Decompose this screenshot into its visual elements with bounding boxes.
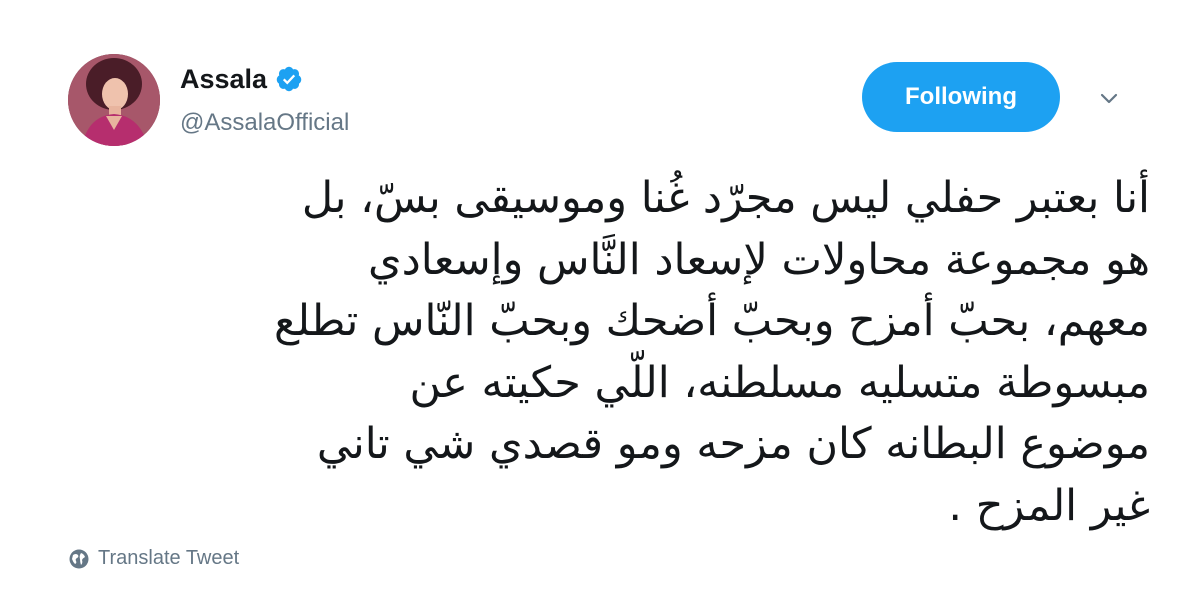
translate-tweet-label: Translate Tweet bbox=[98, 547, 240, 569]
translate-tweet-link[interactable]: Translate Tweet bbox=[68, 547, 239, 570]
tweet-text-line: معهم، بحبّ أمزح وبحبّ أضحك وبحبّ النّاس … bbox=[273, 296, 1150, 346]
tweet-card: Assala @AssalaOfficial Following أنا بعت… bbox=[0, 0, 1200, 603]
chevron-down-icon[interactable] bbox=[1096, 88, 1122, 108]
user-name-row: Assala bbox=[180, 62, 303, 96]
avatar-image bbox=[68, 54, 160, 146]
user-handle[interactable]: @AssalaOfficial bbox=[180, 108, 349, 138]
globe-icon bbox=[68, 548, 90, 570]
verified-badge-icon bbox=[275, 65, 303, 93]
tweet-text-line: غير المزح . bbox=[948, 480, 1150, 531]
avatar[interactable] bbox=[68, 54, 160, 146]
tweet-text-line: هو مجموعة محاولات لإسعاد النَّاس وإسعادي bbox=[367, 234, 1150, 285]
display-name[interactable]: Assala bbox=[180, 62, 267, 96]
tweet-text-line: مبسوطة متسليه مسلطنه، اللّي حكيته عن bbox=[409, 357, 1151, 408]
following-button[interactable]: Following bbox=[862, 62, 1060, 132]
tweet-text-line: أنا بعتبر حفلي ليس مجرّد غُنا وموسيقى بس… bbox=[301, 173, 1150, 223]
tweet-text-line: موضوع البطانه كان مزحه ومو قصدي شي تاني bbox=[316, 419, 1150, 469]
tweet-text: أنا بعتبر حفلي ليس مجرّد غُنا وموسيقى بس… bbox=[60, 168, 1150, 537]
